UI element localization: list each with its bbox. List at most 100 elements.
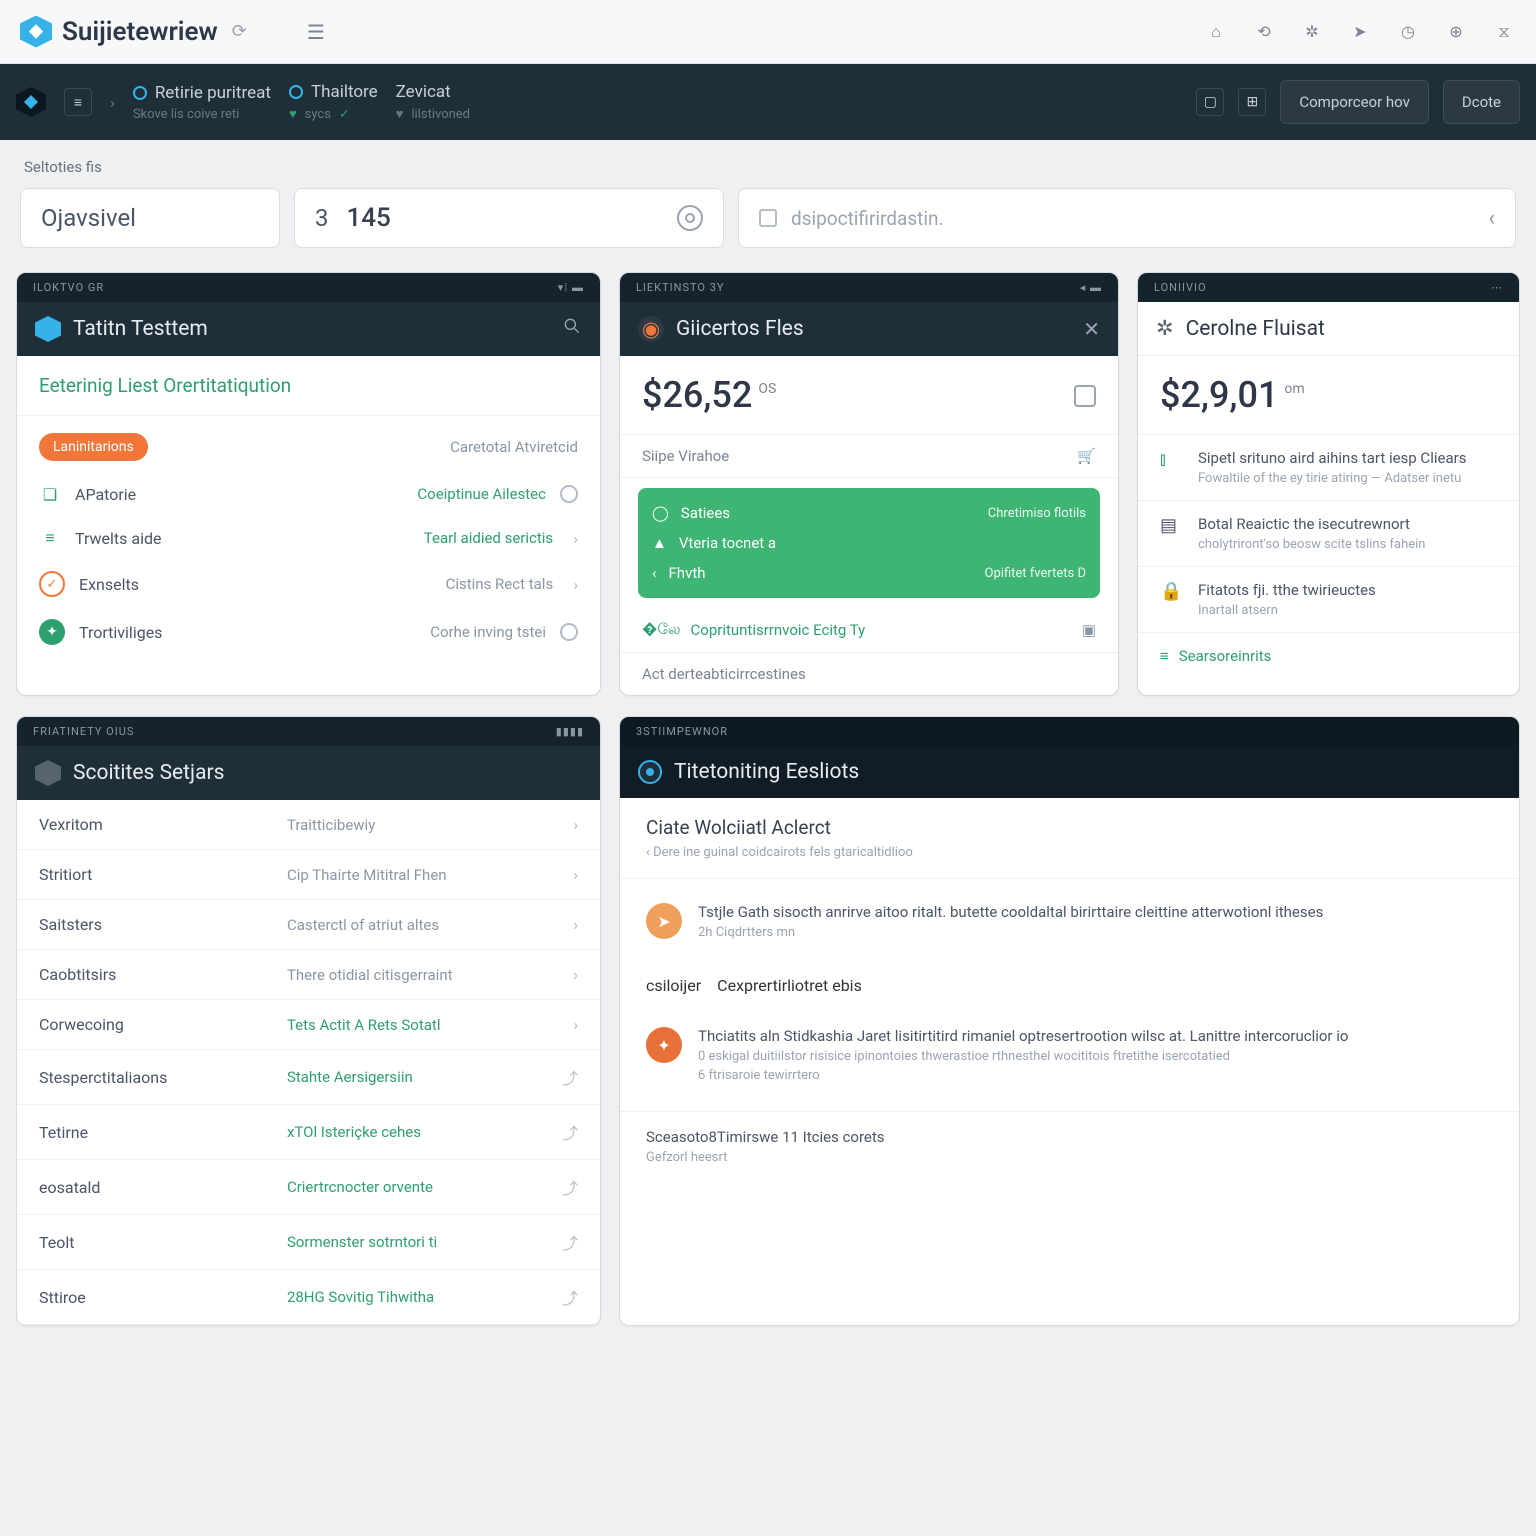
check-circle-icon — [39, 571, 65, 597]
meta-row: Siipe Virahoe🛒 — [620, 435, 1118, 478]
globe-icon[interactable]: ⊕ — [1444, 20, 1468, 44]
green-row[interactable]: ‹FhvthOpifitet fvertets D — [652, 558, 1086, 588]
link-icon: ≡ — [1160, 647, 1169, 665]
table-row[interactable]: Sttiroe28HG Sovitig Tihwitha⤴ — [17, 1270, 600, 1325]
context-logo-icon[interactable] — [16, 87, 46, 117]
info-item[interactable]: 🔒Fitatots fji. tthe twirieuctesInartall … — [1138, 567, 1519, 633]
dots-icon[interactable]: ⋯ — [1491, 281, 1503, 294]
green-row[interactable]: ▲Vteria tocnet a — [652, 528, 1086, 558]
filter-objective[interactable]: Ojavsivel — [20, 188, 280, 248]
menu-icon[interactable]: ☰ — [307, 20, 325, 44]
card-header: Titetoniting Eesliots — [620, 746, 1519, 798]
table-row[interactable]: CorwecoingTets Actit A Rets Sotatl› — [17, 1000, 600, 1050]
list-icon: ≡ — [39, 527, 61, 549]
list-item[interactable]: LaninitarionsCaretotal Atviretcid — [17, 422, 600, 472]
table-row[interactable]: SaitstersCasterctl of atriut altes› — [17, 900, 600, 950]
tab-retirie[interactable]: Retirie puritreat Skove lis coive reti — [133, 83, 271, 122]
signal-icon: ▾⁞ ▬ — [558, 281, 584, 294]
tab-thailtore[interactable]: Thailtore ♥sycs✓ — [289, 82, 378, 122]
list-item[interactable]: ExnseltsCistins Rect tals› — [17, 560, 600, 608]
table-row[interactable]: TetirnexTOl Isteriçke cehes⤴ — [17, 1105, 600, 1160]
table-row[interactable]: VexritomTraitticibewiy› — [17, 800, 600, 850]
card-header: ✲ Cerolne Fluisat — [1138, 302, 1519, 356]
card-list: LaninitarionsCaretotal Atviretcid ❏APato… — [17, 416, 600, 662]
back-icon: ‹ — [652, 564, 657, 582]
filter-icon[interactable]: ⧖ — [1492, 20, 1516, 44]
green-row[interactable]: ◯SatieesChretimiso flotils — [652, 498, 1086, 528]
circle-icon — [560, 485, 578, 503]
card-cerolne: LONIIVIO⋯ ✲ Cerolne Fluisat $2,9,01 om ⫾… — [1137, 272, 1520, 696]
footer-text: Act derteabticirrcestines — [620, 653, 1118, 695]
card-gicertos: LIEKTINSTO 3Y◂ ▬ ◉ Giicertos Fles ✕ $26,… — [619, 272, 1119, 696]
pill-icon: ✦ — [39, 619, 65, 645]
green-panel: ◯SatieesChretimiso flotils ▲Vteria tocne… — [638, 488, 1100, 598]
filter-counter[interactable]: 3 145 — [294, 188, 724, 248]
link-row[interactable]: �லேCoprituntisrrnvoic Ecitg Ty▣ — [620, 608, 1118, 653]
home-icon[interactable]: ⌂ — [1204, 20, 1228, 44]
expand-icon[interactable] — [1074, 385, 1096, 407]
feed-label-row: csiloijerCexprertirliotret ebis — [620, 960, 1519, 1011]
close-icon[interactable]: ✕ — [1083, 317, 1100, 341]
list-item[interactable]: ❏APatorieCoeiptinue Ailestec — [17, 472, 600, 516]
table-row[interactable]: StritiortCip Thairte Mititral Fhen› — [17, 850, 600, 900]
app-topbar: Suijietewriew ⟳ ☰ ⌂ ⟲ ✲ ➤ ◷ ⊕ ⧖ — [0, 0, 1536, 64]
heart-icon: ♥ — [289, 106, 297, 122]
list-item[interactable]: ✦TrortiviligesCorhe inving tstei — [17, 608, 600, 656]
share-icon: ⤴ — [562, 1175, 578, 1199]
ring-icon — [289, 85, 303, 99]
table-row[interactable]: StesperctitaliaonsStahte Aersigersiin⤴ — [17, 1050, 600, 1105]
gears-icon[interactable]: ✲ — [1300, 20, 1324, 44]
feed-item[interactable]: ✦ Thciatits aln Stidkashia Jaret lisitir… — [620, 1011, 1519, 1103]
settings-table: VexritomTraitticibewiy› StritiortCip Tha… — [17, 800, 600, 1325]
chevron-right-icon[interactable]: › — [110, 93, 115, 112]
feed-item[interactable]: ➤ Tstjle Gath sisocth anrirve aitoo rita… — [620, 887, 1519, 960]
table-row[interactable]: TeoltSormenster sotrntori ti⤴ — [17, 1215, 600, 1270]
chevron-left-icon[interactable]: ‹ — [1488, 206, 1495, 231]
chevron-right-icon: › — [573, 915, 578, 934]
filter-search[interactable]: dsipoctifirirdastin. ‹ — [738, 188, 1516, 248]
share-icon: ⤴ — [562, 1285, 578, 1309]
avatar-icon: ➤ — [646, 903, 682, 939]
price-row: $26,52 OS — [620, 356, 1118, 435]
app-logo[interactable]: Suijietewriew — [20, 16, 218, 48]
info-item[interactable]: ▤Botal Reaictic the isecutrewnortcholytr… — [1138, 501, 1519, 567]
topbar-actions: ⌂ ⟲ ✲ ➤ ◷ ⊕ ⧖ — [1204, 20, 1516, 44]
card-top-label: FRIATINETY OIUS▮▮▮▮ — [17, 717, 600, 746]
window-icon[interactable]: ▢ — [1196, 88, 1224, 116]
table-row[interactable]: CaobtitsirsThere otidial citisgerraint› — [17, 950, 600, 1000]
filter-row: Ojavsivel 3 145 dsipoctifirirdastin. ‹ — [0, 182, 1536, 272]
tab-zevicat[interactable]: Zevicat ♥lilstivoned — [396, 82, 470, 122]
chevron-right-icon: › — [573, 1015, 578, 1034]
share-icon: ⤴ — [562, 1065, 578, 1089]
chevron-right-icon: › — [573, 865, 578, 884]
feed-footer: Sceasoto8Timirswe 11 Itcies corets Gefzo… — [620, 1111, 1519, 1181]
search-icon[interactable] — [562, 316, 582, 342]
chevron-right-icon: › — [573, 575, 578, 594]
card-header: ◉ Giicertos Fles ✕ — [620, 302, 1118, 356]
footer-link[interactable]: ≡Searsoreinrits — [1138, 633, 1519, 679]
layout-icon[interactable]: ⊞ — [1238, 88, 1266, 116]
card-top-label: LONIIVIO⋯ — [1138, 273, 1519, 302]
price-row: $2,9,01 om — [1138, 356, 1519, 435]
list-toggle-icon[interactable]: ≡ — [64, 88, 92, 116]
card-top-label: 3STIIMPEWNOR — [620, 717, 1519, 746]
compass-icon: ◉ — [638, 316, 664, 342]
list-item[interactable]: ≡Trwelts aideTearl aidied serictis› — [17, 516, 600, 560]
send-icon[interactable]: ➤ — [1348, 20, 1372, 44]
info-item[interactable]: ⫾Sipetl srituno aird aihins tart iesp Cl… — [1138, 435, 1519, 501]
battery-icon: ▮▮▮▮ — [556, 725, 584, 738]
chevron-right-icon: › — [573, 965, 578, 984]
refresh-icon[interactable]: ⟳ — [232, 21, 247, 42]
hex-icon — [35, 316, 61, 342]
cart-icon[interactable]: 🛒 — [1077, 447, 1096, 465]
context-bar: ≡ › Retirie puritreat Skove lis coive re… — [0, 64, 1536, 140]
lock-icon: 🔒 — [1160, 581, 1184, 618]
clock-icon[interactable]: ◷ — [1396, 20, 1420, 44]
compose-button[interactable]: Comporceor hov — [1280, 80, 1429, 124]
circle-icon: ◯ — [652, 504, 669, 522]
table-row[interactable]: eosataldCriertrcnocter orvente⤴ — [17, 1160, 600, 1215]
sync-icon[interactable]: ⟲ — [1252, 20, 1276, 44]
dcote-button[interactable]: Dcote — [1443, 80, 1520, 124]
card-top-label: LIEKTINSTO 3Y◂ ▬ — [620, 273, 1118, 302]
card-header: Tatitn Testtem — [17, 302, 600, 356]
